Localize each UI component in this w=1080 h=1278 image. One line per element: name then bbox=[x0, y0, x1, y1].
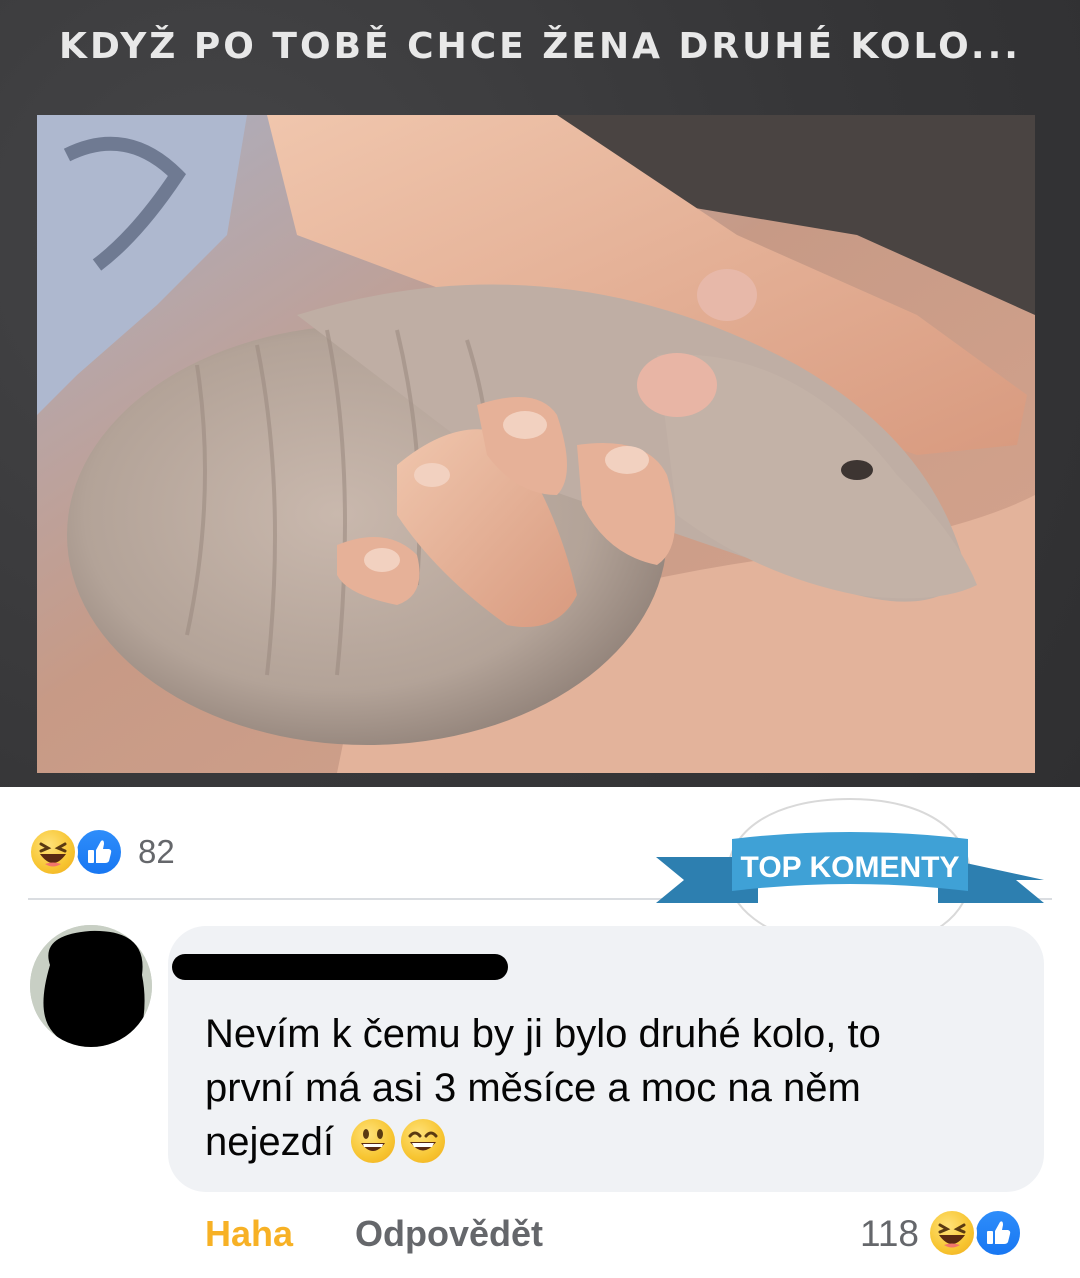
rat-photo bbox=[37, 115, 1035, 773]
haha-icon bbox=[28, 827, 78, 877]
grinning-face-smiling-eyes-icon bbox=[401, 1119, 446, 1163]
comment-reaction-icons bbox=[927, 1208, 1027, 1260]
post-image[interactable]: KDYŽ PO TOBĚ CHCE ŽENA DRUHÉ KOLO... bbox=[0, 0, 1080, 787]
like-icon bbox=[74, 827, 124, 877]
comment-reactions[interactable]: 118 bbox=[860, 1206, 1027, 1262]
haha-icon bbox=[927, 1208, 977, 1258]
reaction-icons bbox=[28, 826, 134, 878]
comment-actions: Haha Odpovědět bbox=[205, 1208, 543, 1260]
avatar[interactable] bbox=[30, 925, 152, 1047]
commenter-name-redacted bbox=[172, 948, 508, 988]
comment-line-1: Nevím k čemu by ji bylo druhé kolo, to bbox=[205, 1012, 881, 1056]
like-icon bbox=[973, 1208, 1023, 1258]
reaction-count: 82 bbox=[138, 833, 175, 870]
comment-line-3: nejezdí bbox=[205, 1120, 334, 1164]
comment-reaction-count: 118 bbox=[860, 1213, 919, 1254]
comment-line-2: první má asi 3 měsíce a moc na něm bbox=[205, 1066, 861, 1110]
grinning-face-icon bbox=[351, 1119, 396, 1163]
badge-label: TOP KOMENTY bbox=[741, 851, 960, 884]
meme-caption: KDYŽ PO TOBĚ CHCE ŽENA DRUHÉ KOLO... bbox=[59, 26, 1021, 67]
haha-reaction-button[interactable]: Haha bbox=[205, 1213, 293, 1255]
post-reactions[interactable]: 82 bbox=[28, 826, 175, 878]
reply-button[interactable]: Odpovědět bbox=[355, 1213, 543, 1255]
comment-text: Nevím k čemu by ji bylo druhé kolo, to p… bbox=[205, 1007, 1025, 1169]
